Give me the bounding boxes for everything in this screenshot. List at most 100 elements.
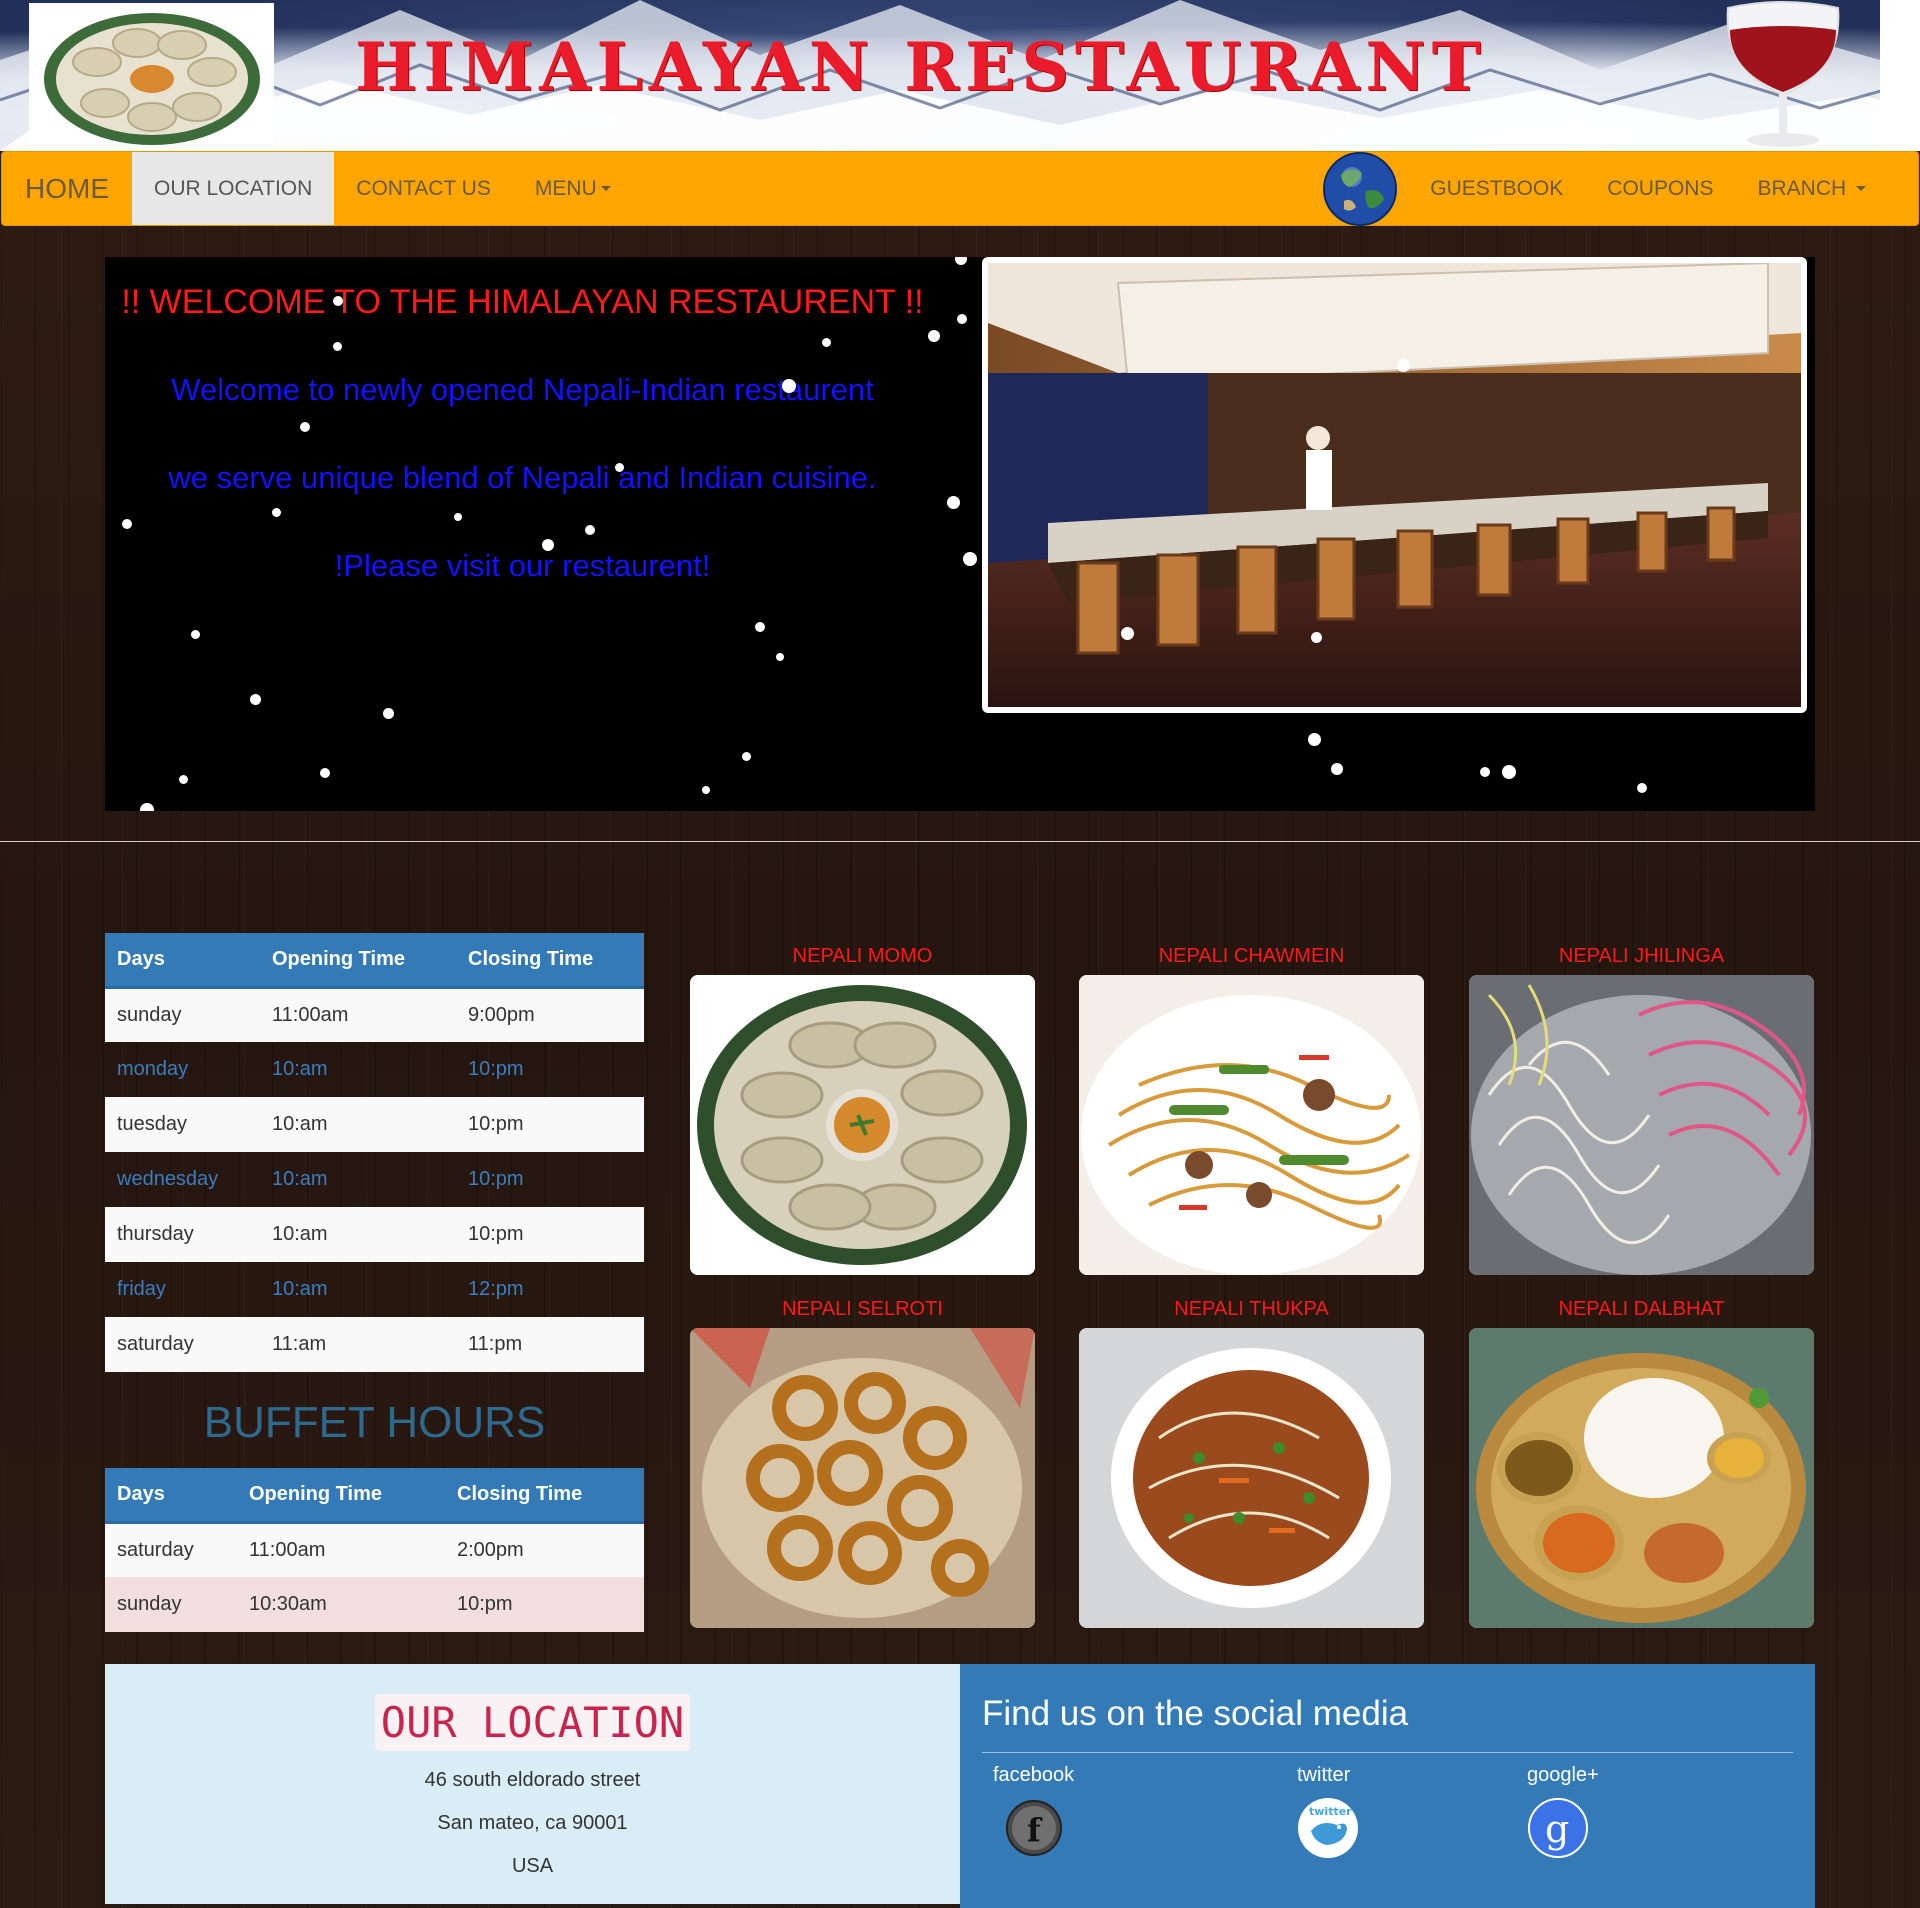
snowflake: [1121, 627, 1134, 640]
table-header-days: Days: [105, 933, 260, 989]
nav-guestbook[interactable]: GUESTBOOK: [1408, 152, 1585, 225]
snowflake: [383, 708, 394, 719]
snowflake: [615, 463, 624, 472]
open-cell: 10:30am: [237, 1577, 445, 1632]
table-row: thursday 10:am 10:pm: [105, 1207, 644, 1262]
nav-branch-label: BRANCH: [1757, 176, 1847, 200]
food-image-selroti: [690, 1328, 1035, 1628]
snowflake: [947, 496, 960, 509]
snowflake: [1397, 359, 1410, 372]
snowflake: [333, 342, 342, 351]
food-card-thukpa[interactable]: NEPALI THUKPA: [1079, 1298, 1424, 1628]
welcome-text: !! WELCOME TO THE HIMALAYAN RESTAURENT !…: [105, 257, 940, 584]
table-row: tuesday 10:am 10:pm: [105, 1097, 644, 1152]
svg-text:g: g: [1545, 1807, 1569, 1851]
food-image-jhilinga: [1469, 975, 1814, 1275]
food-label: NEPALI SELROTI: [782, 1298, 943, 1320]
google-plus-icon: g: [1528, 1798, 1588, 1858]
caret-down-icon: [1856, 186, 1866, 191]
snowflake: [782, 379, 796, 393]
snowflake: [320, 768, 330, 778]
close-cell: 10:pm: [445, 1577, 644, 1632]
facebook-link[interactable]: facebook f: [993, 1764, 1074, 1865]
snowflake: [755, 622, 765, 632]
caret-down-icon: [600, 186, 611, 191]
buffet-hours-table: Days Opening Time Closing Time saturday 1…: [105, 1468, 644, 1632]
nav-our-location[interactable]: OUR LOCATION: [132, 152, 335, 225]
wine-glass-icon: [1726, 1, 1840, 147]
table-header-closing: Closing Time: [445, 1468, 644, 1524]
address-country: USA: [511, 1855, 554, 1877]
section-divider: [0, 841, 1920, 842]
day-cell: sunday: [105, 987, 260, 1042]
snowflake: [1502, 765, 1516, 779]
snowflake: [585, 525, 595, 535]
site-banner: HIMALAYAN RESTAURANT: [0, 0, 1920, 151]
food-image-thukpa: [1079, 1328, 1424, 1628]
food-label: NEPALI DALBHAT: [1558, 1298, 1725, 1320]
google-link[interactable]: google+ g: [1527, 1764, 1599, 1865]
table-row: saturday 11:00am 2:00pm: [105, 1522, 644, 1577]
social-divider: [982, 1752, 1793, 1753]
close-cell: 12:pm: [468, 1278, 524, 1300]
opening-hours-table: Days Opening Time Closing Time sunday 11:…: [105, 933, 644, 1372]
snowflake: [963, 552, 977, 566]
close-cell: 9:00pm: [456, 987, 644, 1042]
welcome-panel: !! WELCOME TO THE HIMALAYAN RESTAURENT !…: [105, 257, 1815, 811]
location-panel: OUR LOCATION 46 south eldorado street Sa…: [105, 1664, 960, 1904]
nav-home[interactable]: HOME: [2, 152, 132, 225]
food-card-selroti[interactable]: NEPALI SELROTI: [690, 1298, 1035, 1628]
open-cell: 10:am: [260, 1207, 456, 1262]
table-header-opening: Opening Time: [260, 933, 456, 989]
food-card-chawmein[interactable]: NEPALI CHAWMEIN: [1079, 945, 1424, 1275]
welcome-line: we serve unique blend of Nepali and Indi…: [168, 460, 877, 495]
twitter-label: twitter: [1297, 1764, 1351, 1786]
restaurant-photo-frame: [982, 257, 1807, 713]
food-label: NEPALI THUKPA: [1174, 1298, 1329, 1320]
snowflake: [1311, 632, 1322, 643]
food-label: NEPALI MOMO: [792, 945, 933, 967]
table-row: monday 10:am 10:pm: [105, 1042, 644, 1097]
snowflake: [191, 630, 200, 639]
banner-right-edge: [1880, 0, 1920, 151]
twitter-icon: twitter: [1298, 1798, 1358, 1858]
close-cell: 10:pm: [468, 1168, 524, 1190]
food-card-dalbhat[interactable]: NEPALI DALBHAT: [1469, 1298, 1814, 1628]
nav-branch-dropdown[interactable]: BRANCH: [1735, 152, 1888, 225]
snowflake: [140, 803, 154, 811]
banner-title: HIMALAYAN RESTAURANT: [355, 28, 1487, 106]
day-cell: monday: [117, 1058, 189, 1080]
open-cell: 10:am: [272, 1058, 328, 1080]
snowflake: [928, 330, 940, 342]
open-cell: 11:am: [260, 1317, 456, 1372]
nav-coupons[interactable]: COUPONS: [1585, 152, 1735, 225]
twitter-link[interactable]: twitter twitter: [1297, 1764, 1359, 1865]
restaurant-interior-image: [988, 263, 1801, 707]
welcome-headline: !! WELCOME TO THE HIMALAYAN RESTAURENT !…: [121, 283, 924, 321]
location-title: OUR LOCATION: [374, 1694, 691, 1751]
nav-contact-us[interactable]: CONTACT US: [334, 152, 513, 225]
welcome-line: !Please visit our restaurent!: [334, 548, 711, 583]
day-cell: sunday: [105, 1577, 237, 1632]
table-header-opening: Opening Time: [237, 1468, 445, 1524]
snowflake: [776, 653, 784, 661]
svg-text:f: f: [1027, 1811, 1043, 1849]
food-label: NEPALI JHILINGA: [1558, 945, 1725, 967]
food-card-momo[interactable]: NEPALI MOMO: [690, 945, 1035, 1275]
snowflake: [333, 296, 343, 306]
day-cell: wednesday: [117, 1168, 219, 1190]
open-cell: 11:00am: [237, 1522, 445, 1577]
close-cell: 2:00pm: [445, 1522, 644, 1577]
facebook-label: facebook: [993, 1764, 1075, 1786]
social-title: Find us on the social media: [982, 1694, 1409, 1733]
nav-menu-dropdown[interactable]: MENU: [513, 152, 633, 225]
day-cell: tuesday: [105, 1097, 260, 1152]
table-row: sunday 10:30am 10:pm: [105, 1577, 644, 1632]
table-row: wednesday 10:am 10:pm: [105, 1152, 644, 1207]
snowflake: [122, 519, 132, 529]
open-cell: 11:00am: [260, 987, 456, 1042]
table-header-days: Days: [105, 1468, 237, 1524]
snowflake: [957, 314, 967, 324]
food-card-jhilinga[interactable]: NEPALI JHILINGA: [1469, 945, 1814, 1275]
day-cell: thursday: [105, 1207, 260, 1262]
